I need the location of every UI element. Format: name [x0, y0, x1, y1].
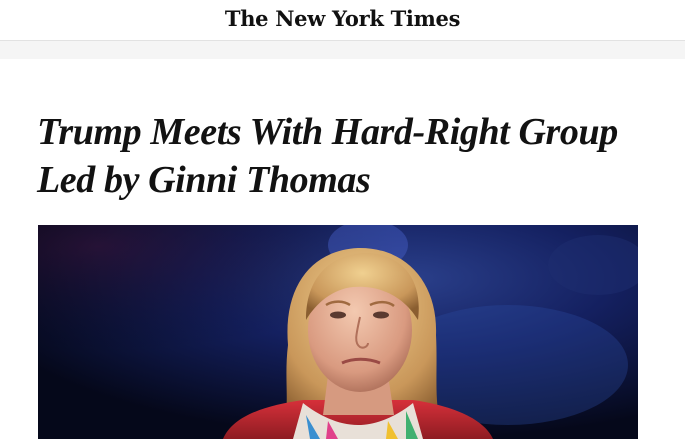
article-headline: Trump Meets With Hard-Right Group Led by…: [37, 111, 618, 201]
subnav-strip: [0, 41, 685, 59]
hero-photo-illustration: [38, 225, 638, 439]
hero-image: [38, 225, 638, 439]
nyt-logo[interactable]: The New York Times: [0, 5, 685, 33]
masthead-bar: The New York Times: [0, 0, 685, 41]
